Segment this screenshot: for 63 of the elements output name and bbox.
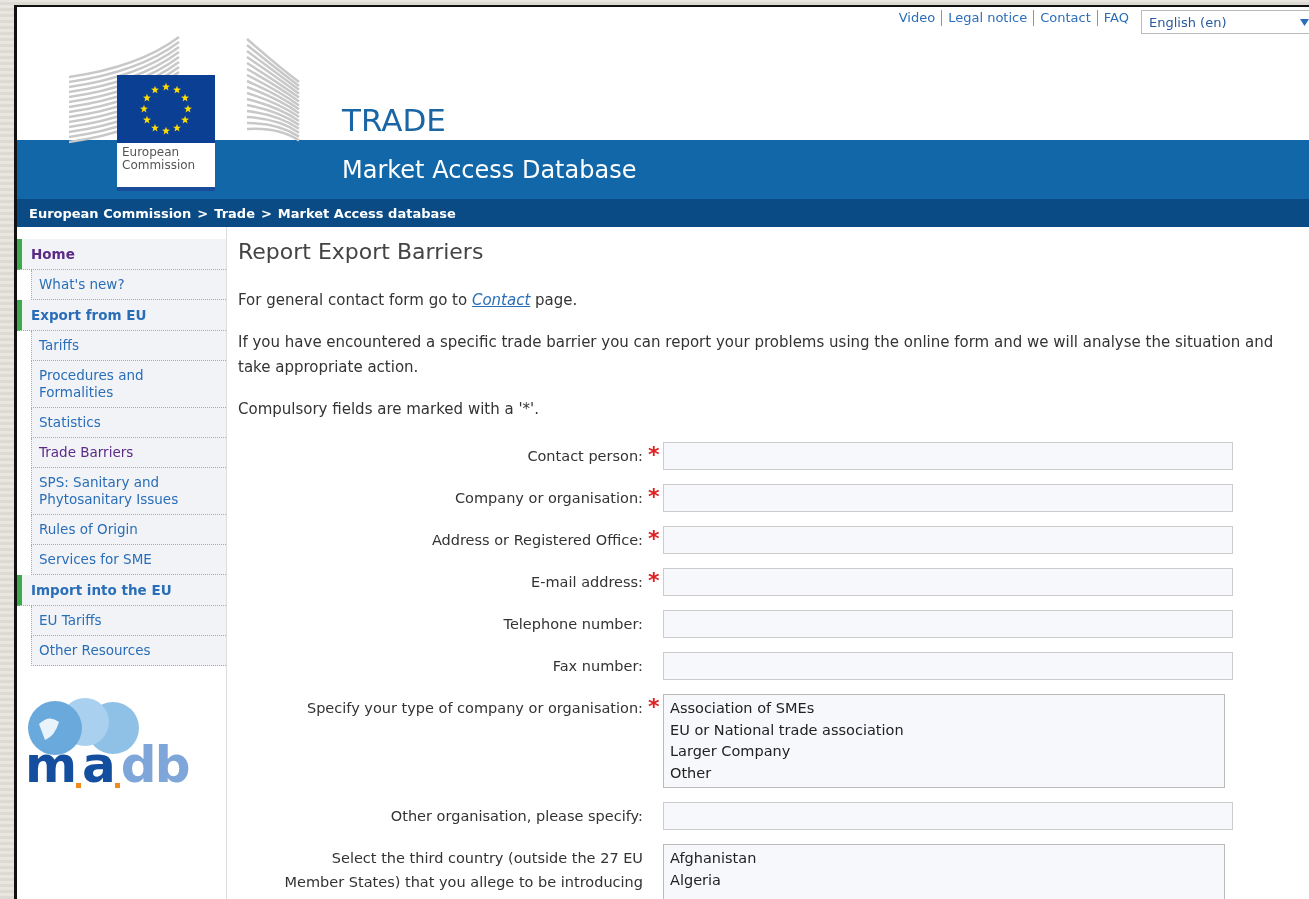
top-link[interactable]: FAQ	[1096, 10, 1135, 26]
list-option[interactable]: Other	[670, 762, 1218, 784]
breadcrumb-separator: >	[197, 205, 209, 221]
sidebar-link[interactable]: Trade Barriers	[31, 438, 226, 468]
list-option[interactable]: Afghanistan	[670, 848, 1218, 870]
input-field[interactable]	[663, 568, 1233, 596]
intro-text: If you have encountered a specific trade barrier you can report your problems using the online form and we will analyse the situation and take appropriate action.	[238, 332, 1275, 378]
list-option[interactable]: Larger Company	[670, 741, 1218, 763]
input-field[interactable]	[663, 442, 1233, 470]
input-field[interactable]	[663, 610, 1233, 638]
field-label: Select the third country (outside the 27 EU Member States) that you allege to be introducing	[283, 849, 643, 892]
field-label: Address or Registered Office:	[430, 531, 643, 550]
breadcrumb-link[interactable]: Market Access database	[277, 205, 456, 221]
breadcrumb-link[interactable]: European Commission	[29, 205, 192, 221]
logo-text: European Commission	[121, 144, 197, 172]
field-label: Telephone number:	[502, 615, 643, 634]
list-option[interactable]: EU or National trade association	[670, 719, 1218, 741]
top-link[interactable]: Legal notice	[941, 10, 1034, 26]
madb-logo: m a db	[25, 742, 189, 788]
eu-flag-icon	[117, 75, 215, 143]
site-subtitle: Market Access Database	[342, 155, 637, 184]
top-link[interactable]: Video	[892, 10, 942, 26]
sidebar-link[interactable]: Tariffs	[31, 331, 226, 361]
caret-icon	[1300, 19, 1309, 26]
input-field[interactable]	[663, 802, 1233, 830]
contact-text: For general contact form go to Contact page.	[238, 290, 579, 311]
breadcrumb-link[interactable]: Trade	[214, 205, 255, 221]
list-option[interactable]: Association of SMEs	[670, 698, 1218, 720]
compulsory-note: Compulsory fields are marked with a '*'.	[238, 399, 540, 420]
input-field[interactable]	[663, 526, 1233, 554]
list-option[interactable]: Algeria	[670, 869, 1218, 891]
required-mark: *	[647, 568, 661, 594]
sidebar-link[interactable]: Procedures and Formalities	[31, 361, 226, 408]
page-title: Report Export Barriers	[238, 239, 485, 264]
field-label: Fax number:	[551, 657, 643, 676]
contact-link[interactable]: Contact	[471, 291, 531, 309]
required-mark: *	[647, 694, 661, 720]
field-label: Other organisation, please specify:	[389, 807, 643, 826]
required-mark: *	[647, 484, 661, 510]
required-mark: *	[647, 526, 661, 552]
required-mark: *	[647, 442, 661, 468]
listbox[interactable]: Association of SMEs EU or National trade association Larger Company Other	[663, 694, 1225, 788]
sidebar-link[interactable]: Statistics	[31, 408, 226, 438]
field-label: Company or organisation:	[453, 489, 643, 508]
listbox[interactable]: Afghanistan Algeria	[663, 844, 1225, 899]
sidebar-link[interactable]: EU Tariffs	[31, 606, 226, 636]
sidebar-section[interactable]: Home	[17, 239, 226, 270]
language-select[interactable]: English (en)	[1141, 10, 1309, 34]
sidebar-link[interactable]: Rules of Origin	[31, 515, 226, 545]
top-link[interactable]: Contact	[1033, 10, 1097, 26]
sidebar-section[interactable]: Import into the EU	[17, 575, 226, 606]
input-field[interactable]	[663, 484, 1233, 512]
sidebar-link[interactable]: Other Resources	[31, 636, 226, 666]
breadcrumb-separator: >	[260, 205, 272, 221]
field-label: Specify your type of company or organisation:	[305, 699, 643, 718]
sidebar-link[interactable]: SPS: Sanitary and Phytosanitary Issues	[31, 468, 226, 515]
input-field[interactable]	[663, 652, 1233, 680]
field-label: Contact person:	[526, 447, 643, 466]
sidebar-section[interactable]: Export from EU	[17, 300, 226, 331]
site-title: TRADE	[342, 105, 446, 136]
sidebar-link[interactable]: Services for SME	[31, 545, 226, 575]
sidebar-link[interactable]: What's new?	[31, 270, 226, 300]
field-label: E-mail address:	[530, 573, 643, 592]
